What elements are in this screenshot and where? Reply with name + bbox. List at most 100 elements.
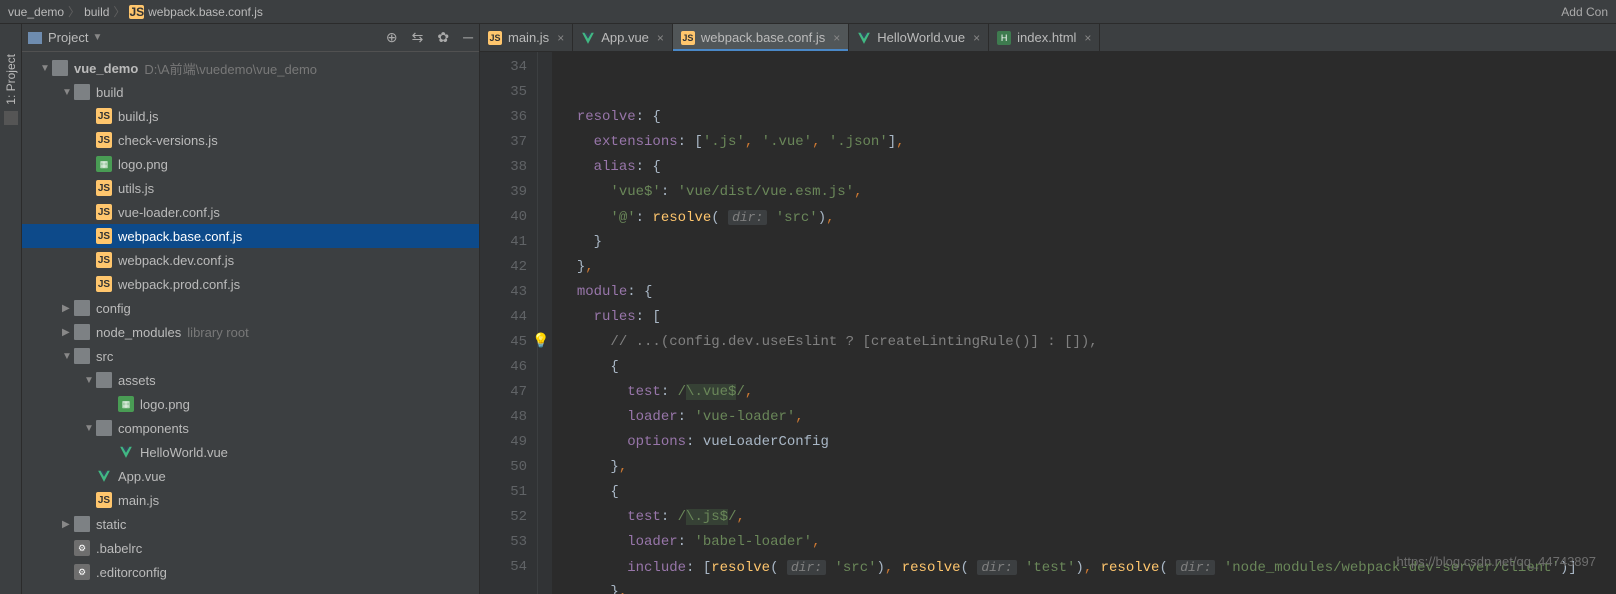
tree-item-label: node_modules	[96, 325, 181, 340]
chevron-down-icon[interactable]: ▼	[62, 87, 72, 98]
code-editor[interactable]: 3435363738394041424344454647484950515253…	[480, 52, 1616, 594]
hide-icon[interactable]: ─	[463, 29, 473, 46]
folder-icon	[74, 516, 90, 532]
close-icon[interactable]: ×	[973, 31, 980, 45]
editor-tab[interactable]: App.vue×	[573, 24, 673, 51]
code-line[interactable]: rules: [	[560, 305, 1616, 330]
editor-tab[interactable]: Hindex.html×	[989, 24, 1100, 51]
tree-item[interactable]: ▶node_moduleslibrary root	[22, 320, 479, 344]
chevron-right-icon[interactable]: ▶	[62, 327, 72, 338]
tree-item[interactable]: ⚙.editorconfig	[22, 560, 479, 584]
code-line[interactable]: '@': resolve( dir: 'src'),	[560, 205, 1616, 230]
code-line[interactable]: loader: 'vue-loader',	[560, 405, 1616, 430]
code-line[interactable]: }	[560, 230, 1616, 255]
tree-item[interactable]: App.vue	[22, 464, 479, 488]
code-line[interactable]: {	[560, 480, 1616, 505]
vue-file-icon	[857, 31, 871, 45]
line-number: 41	[480, 230, 527, 255]
tree-item[interactable]: JS check-versions.js	[22, 128, 479, 152]
js-icon: JS	[96, 132, 112, 148]
chevron-down-icon[interactable]: ▼	[92, 32, 102, 43]
tree-item[interactable]: ▼src	[22, 344, 479, 368]
breadcrumb-item[interactable]: vue_demo	[8, 5, 64, 19]
add-configuration-button[interactable]: Add Con	[1561, 5, 1608, 19]
code-line[interactable]: 💡 // ...(config.dev.useEslint ? [createL…	[560, 330, 1616, 355]
code-line[interactable]: {	[560, 355, 1616, 380]
tree-item[interactable]: JSwebpack.base.conf.js	[22, 224, 479, 248]
line-number: 49	[480, 430, 527, 455]
project-tool-tab[interactable]: 1: Project	[4, 54, 18, 105]
tree-item[interactable]: JSvue-loader.conf.js	[22, 200, 479, 224]
tree-item[interactable]: ▼build	[22, 80, 479, 104]
tree-item[interactable]: ▼ vue_demo D:\A前端\vuedemo\vue_demo	[22, 56, 479, 80]
collapse-icon[interactable]: ⇆	[412, 29, 424, 46]
tree-item[interactable]: JSbuild.js	[22, 104, 479, 128]
tree-item[interactable]: HelloWorld.vue	[22, 440, 479, 464]
close-icon[interactable]: ×	[557, 31, 564, 45]
folder-icon	[74, 324, 90, 340]
tree-item-hint: D:\A前端\vuedemo\vue_demo	[144, 59, 317, 78]
code-line[interactable]: },	[560, 455, 1616, 480]
code-line[interactable]: extensions: ['.js', '.vue', '.json'],	[560, 130, 1616, 155]
close-icon[interactable]: ×	[1084, 31, 1091, 45]
chevron-right-icon[interactable]: ▶	[62, 519, 72, 530]
tree-item-label: check-versions.js	[118, 133, 218, 148]
line-number: 40	[480, 205, 527, 230]
tree-item-label: vue_demo	[74, 61, 138, 76]
tree-item[interactable]: ▼components	[22, 416, 479, 440]
fold-gutter[interactable]	[538, 52, 552, 594]
lightbulb-icon[interactable]: 💡	[532, 330, 549, 355]
sidebar-title[interactable]: Project	[48, 30, 88, 45]
editor-area: JSmain.js×App.vue×JSwebpack.base.conf.js…	[480, 24, 1616, 594]
code-content[interactable]: resolve: { extensions: ['.js', '.vue', '…	[552, 52, 1616, 594]
tree-item-label: webpack.prod.conf.js	[118, 277, 240, 292]
chevron-down-icon[interactable]: ▼	[84, 375, 94, 386]
js-icon: JS	[96, 108, 112, 124]
chevron-down-icon[interactable]: ▼	[40, 63, 50, 74]
code-line[interactable]: options: vueLoaderConfig	[560, 430, 1616, 455]
line-number: 35	[480, 80, 527, 105]
code-line[interactable]: test: /\.vue$/,	[560, 380, 1616, 405]
close-icon[interactable]: ×	[657, 31, 664, 45]
project-tree[interactable]: ▼vue_demoD:\A前端\vuedemo\vue_demo▼buildJS…	[22, 52, 479, 594]
code-line[interactable]: resolve: {	[560, 105, 1616, 130]
chevron-down-icon[interactable]: ▼	[62, 351, 72, 362]
breadcrumb-item[interactable]: build	[84, 5, 109, 19]
chevron-down-icon[interactable]: ▼	[84, 423, 94, 434]
editor-tab[interactable]: HelloWorld.vue ×	[849, 24, 989, 51]
tree-item-label: config	[96, 301, 131, 316]
tree-item-label: .babelrc	[96, 541, 142, 556]
tree-item[interactable]: ▶static	[22, 512, 479, 536]
code-line[interactable]: test: /\.js$/,	[560, 505, 1616, 530]
tab-label: HelloWorld.vue	[877, 30, 965, 45]
tree-item[interactable]: JSmain.js	[22, 488, 479, 512]
breadcrumb-item[interactable]: webpack.base.conf.js	[148, 5, 263, 19]
locate-icon[interactable]: ⊕	[386, 29, 398, 46]
line-number: 36	[480, 105, 527, 130]
tab-label: index.html	[1017, 30, 1076, 45]
tree-item[interactable]: ⚙.babelrc	[22, 536, 479, 560]
code-line[interactable]: 'vue$': 'vue/dist/vue.esm.js',	[560, 180, 1616, 205]
tree-item[interactable]: ▶ config	[22, 296, 479, 320]
structure-tool-icon[interactable]	[4, 111, 18, 125]
code-line[interactable]: },	[560, 580, 1616, 594]
line-number: 50	[480, 455, 527, 480]
tab-label: main.js	[508, 30, 549, 45]
tree-item[interactable]: JSutils.js	[22, 176, 479, 200]
tree-item[interactable]: JSwebpack.prod.conf.js	[22, 272, 479, 296]
code-line[interactable]: },	[560, 255, 1616, 280]
code-line[interactable]: alias: {	[560, 155, 1616, 180]
editor-tab[interactable]: JSwebpack.base.conf.js×	[673, 24, 849, 51]
code-line[interactable]: module: {	[560, 280, 1616, 305]
tree-item[interactable]: JSwebpack.dev.conf.js	[22, 248, 479, 272]
close-icon[interactable]: ×	[833, 31, 840, 45]
tree-item-label: HelloWorld.vue	[140, 445, 228, 460]
tree-item-label: vue-loader.conf.js	[118, 205, 220, 220]
chevron-right-icon[interactable]: ▶	[62, 303, 72, 314]
editor-tab[interactable]: JSmain.js×	[480, 24, 573, 51]
gear-icon[interactable]: ✿	[437, 29, 449, 46]
tree-item[interactable]: ▦logo.png	[22, 152, 479, 176]
line-number: 37	[480, 130, 527, 155]
tree-item[interactable]: ▼assets	[22, 368, 479, 392]
tree-item[interactable]: ▦logo.png	[22, 392, 479, 416]
